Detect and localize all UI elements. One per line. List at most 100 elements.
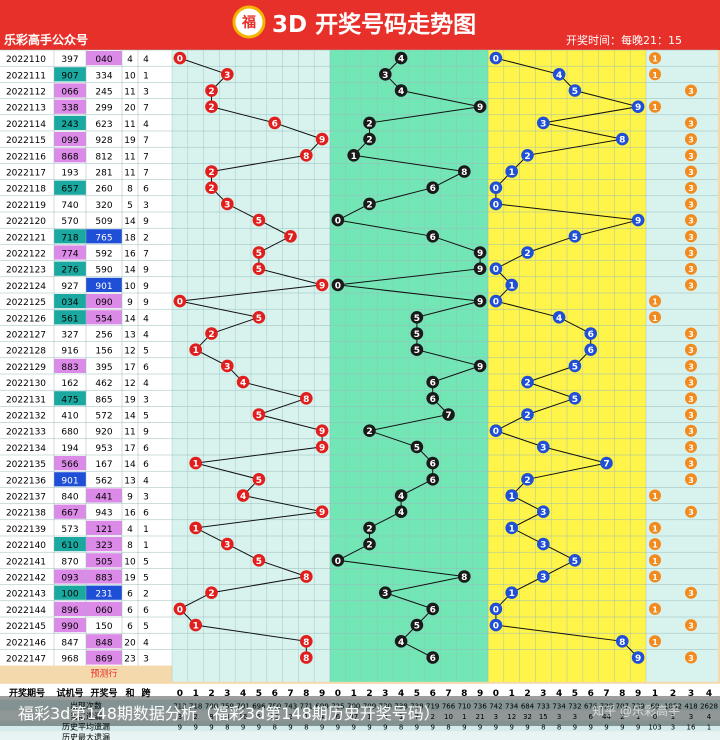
digit-ball-label: 5 <box>414 443 420 453</box>
digit-ball-label: 2 <box>524 249 530 259</box>
draw-time-label: 开奖时间：每晚21：15 <box>566 33 682 47</box>
digit-ball-label: 9 <box>477 103 483 113</box>
period-cell: 2022129 <box>6 363 46 373</box>
digit-ball-label: 2 <box>366 427 372 437</box>
trial-cell: 397 <box>61 55 78 65</box>
sum-cell: 11 <box>124 428 135 438</box>
period-cell: 2022134 <box>6 444 46 454</box>
sum-cell: 17 <box>124 444 135 454</box>
digit-ball-label: 8 <box>303 638 309 648</box>
digit-ball-label: 3 <box>382 71 388 81</box>
win-cell: 812 <box>95 152 112 162</box>
digit-ball-label: 9 <box>477 298 483 308</box>
digit-ball-label: 6 <box>272 119 278 129</box>
digit-ball-label: 2 <box>524 379 530 389</box>
digit-ball-label: 4 <box>398 55 404 65</box>
sum-cell: 4 <box>127 525 133 535</box>
digit-ball-label: 6 <box>430 605 436 615</box>
page-title: 3D 开奖号码走势图 <box>272 11 476 38</box>
period-cell: 2022124 <box>6 282 46 292</box>
digit-ball-label: 8 <box>303 152 309 162</box>
digit-ball-label: 6 <box>430 395 436 405</box>
sum-cell: 13 <box>124 476 135 486</box>
sum-cell: 19 <box>124 574 136 584</box>
period-cell: 2022147 <box>6 655 46 665</box>
sum-cell: 8 <box>127 185 133 195</box>
type-ball-label: 3 <box>688 379 694 388</box>
win-cell: 848 <box>95 638 112 648</box>
digit-ball-label: 5 <box>572 87 578 97</box>
type-ball-label: 1 <box>652 557 658 566</box>
span-cell: 5 <box>143 622 149 632</box>
digit-ball-label: 2 <box>524 411 530 421</box>
digit-ball-label: 1 <box>509 281 515 291</box>
digit-ball-label: 7 <box>287 233 293 243</box>
digit-ball-label: 0 <box>493 265 499 275</box>
period-cell: 2022112 <box>6 88 46 98</box>
digit-ball-label: 9 <box>319 427 325 437</box>
win-cell: 156 <box>95 347 112 357</box>
type-ball-label: 3 <box>688 411 694 420</box>
digit-ball-label: 1 <box>193 524 199 534</box>
type-ball-label: 3 <box>688 427 694 436</box>
sum-cell: 10 <box>124 282 136 292</box>
trial-cell: 573 <box>61 525 78 535</box>
span-cell: 6 <box>143 509 149 519</box>
trial-cell: 566 <box>61 460 78 470</box>
win-cell: 121 <box>95 525 112 535</box>
sum-cell: 18 <box>124 233 136 243</box>
sum-cell: 20 <box>124 104 136 114</box>
digit-ball-label: 5 <box>256 249 262 259</box>
span-cell: 7 <box>143 152 149 162</box>
digit-ball-label: 0 <box>177 605 183 615</box>
win-cell: 167 <box>95 460 112 470</box>
trial-cell: 194 <box>61 444 78 454</box>
period-cell: 2022113 <box>6 104 46 114</box>
digit-ball-label: 3 <box>224 541 230 551</box>
trial-cell: 276 <box>61 266 78 276</box>
span-cell: 3 <box>143 493 149 503</box>
type-ball-label: 3 <box>688 622 694 631</box>
trial-cell: 338 <box>61 104 78 114</box>
type-ball-label: 3 <box>688 119 694 128</box>
span-cell: 5 <box>143 574 149 584</box>
win-cell: 920 <box>95 428 112 438</box>
trial-cell: 968 <box>61 655 78 665</box>
span-cell: 4 <box>143 120 149 130</box>
type-ball-label: 3 <box>688 136 694 145</box>
span-cell: 4 <box>143 331 149 341</box>
trial-cell: 840 <box>61 493 78 503</box>
win-cell: 281 <box>95 169 112 179</box>
trial-cell: 193 <box>61 169 78 179</box>
win-cell: 883 <box>95 574 112 584</box>
trial-cell: 410 <box>61 412 78 422</box>
digit-ball-label: 1 <box>509 589 515 599</box>
digit-ball-label: 3 <box>540 119 546 129</box>
digit-ball-label: 6 <box>430 476 436 486</box>
span-cell: 6 <box>143 460 149 470</box>
sum-cell: 14 <box>124 217 136 227</box>
type-ball-label: 1 <box>652 605 658 614</box>
win-cell: 623 <box>95 120 112 130</box>
digit-ball-label: 5 <box>572 395 578 405</box>
digit-ball-label: 0 <box>177 55 183 65</box>
period-cell: 2022123 <box>6 266 46 276</box>
digit-ball-label: 5 <box>256 314 262 324</box>
digit-ball-label: 5 <box>256 476 262 486</box>
trial-cell: 718 <box>61 233 78 243</box>
type-ball-label: 3 <box>688 589 694 598</box>
period-cell: 2022115 <box>6 136 46 146</box>
span-cell: 4 <box>143 379 149 389</box>
span-cell: 6 <box>143 606 149 616</box>
win-cell: 245 <box>95 88 112 98</box>
span-cell: 4 <box>143 55 149 65</box>
type-ball-label: 3 <box>688 362 694 371</box>
span-cell: 1 <box>143 71 149 81</box>
digit-ball-label: 9 <box>319 136 325 146</box>
digit-ball-label: 2 <box>366 119 372 129</box>
grid-layer: 2022110 397 040 4 42022111 907 334 10 12022112 06… <box>0 49 718 682</box>
period-cell: 2022120 <box>6 217 46 227</box>
sum-cell: 6 <box>127 606 133 616</box>
sum-cell: 11 <box>124 152 135 162</box>
type-ball-label: 1 <box>652 71 658 80</box>
